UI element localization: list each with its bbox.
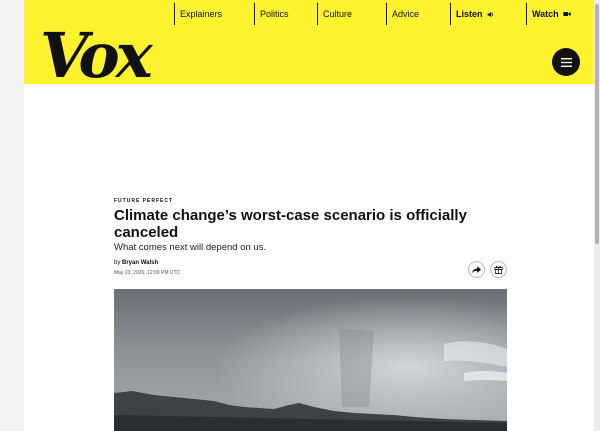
speaker-icon [487,11,493,17]
top-nav: Explainers Politics Culture Advice Liste… [174,0,592,26]
nav-politics-label: Politics [260,9,289,19]
byline-prefix: by [114,260,121,266]
nav-culture[interactable]: Culture [317,3,386,25]
article-kicker[interactable]: FUTURE PERFECT [114,198,173,204]
nav-watch-label: Watch [532,9,559,19]
author-link[interactable]: Bryan Walsh [122,260,158,266]
nav-listen-label: Listen [456,9,483,19]
scrollbar-thumb[interactable] [595,4,599,244]
vox-logo[interactable]: Vox [40,20,153,92]
video-camera-icon [563,12,571,16]
ad-space [24,84,594,194]
byline: by Bryan Walsh [114,260,158,266]
hamburger-menu-icon [560,57,572,67]
nav-politics[interactable]: Politics [254,3,317,25]
publish-date: May 23, 2026, 12:00 PM UTC [114,270,181,276]
gift-icon [494,266,503,274]
menu-button[interactable] [552,48,580,76]
nav-listen[interactable]: Listen [450,3,526,25]
share-arrow-icon [472,265,481,273]
nav-culture-label: Culture [323,9,353,19]
gift-button[interactable] [490,261,507,278]
hero-image [114,289,507,431]
article-headline: Climate change’s worst-case scenario is … [114,207,467,241]
nav-watch[interactable]: Watch [526,3,592,25]
page: Vox Explainers Politics Culture Advice L… [24,0,594,431]
nav-explainers-label: Explainers [180,9,223,19]
site-header: Vox Explainers Politics Culture Advice L… [24,0,594,92]
share-button[interactable] [468,261,485,278]
article-dek: What comes next will depend on us. [114,242,267,253]
scrollbar[interactable] [594,0,600,431]
nav-advice[interactable]: Advice [386,3,450,25]
nav-advice-label: Advice [392,9,420,19]
nav-explainers[interactable]: Explainers [174,3,254,25]
